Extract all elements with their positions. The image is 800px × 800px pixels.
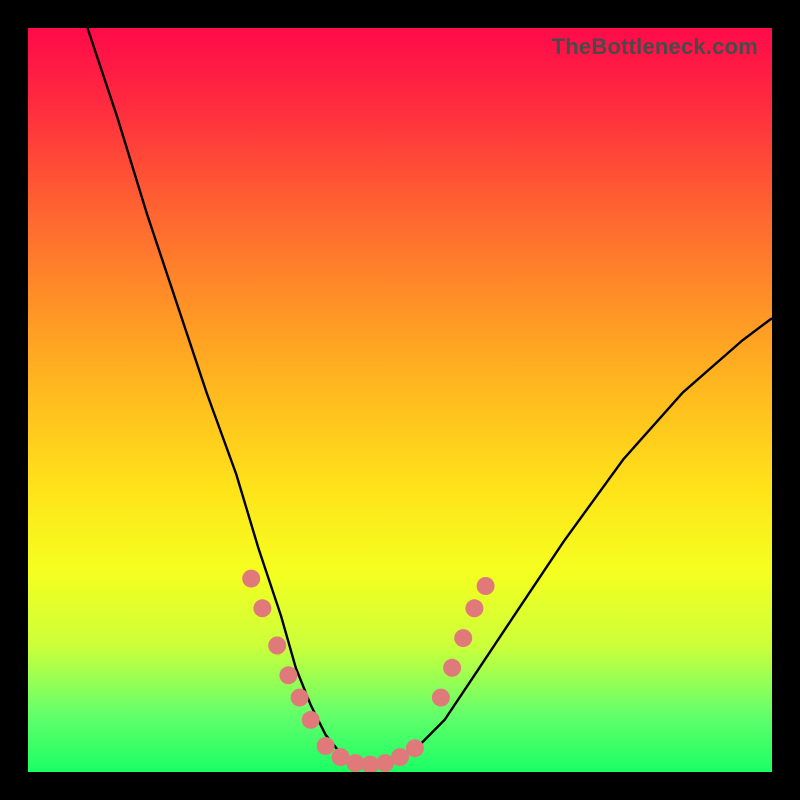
marker-left-cluster — [302, 711, 320, 729]
marker-right-cluster — [465, 599, 483, 617]
marker-left-cluster — [253, 599, 271, 617]
curve-layer — [28, 28, 772, 772]
marker-bottom-run — [406, 739, 424, 757]
marker-right-cluster — [477, 577, 495, 595]
marker-group — [242, 570, 494, 772]
chart-stage: TheBottleneck.com — [0, 0, 800, 800]
marker-left-cluster — [291, 689, 309, 707]
bottleneck-curve — [88, 28, 773, 765]
marker-left-cluster — [242, 570, 260, 588]
marker-bottom-run — [317, 737, 335, 755]
marker-left-cluster — [279, 666, 297, 684]
marker-right-cluster — [454, 629, 472, 647]
plot-area: TheBottleneck.com — [28, 28, 772, 772]
marker-right-cluster — [432, 689, 450, 707]
marker-left-cluster — [268, 637, 286, 655]
marker-right-cluster — [443, 659, 461, 677]
